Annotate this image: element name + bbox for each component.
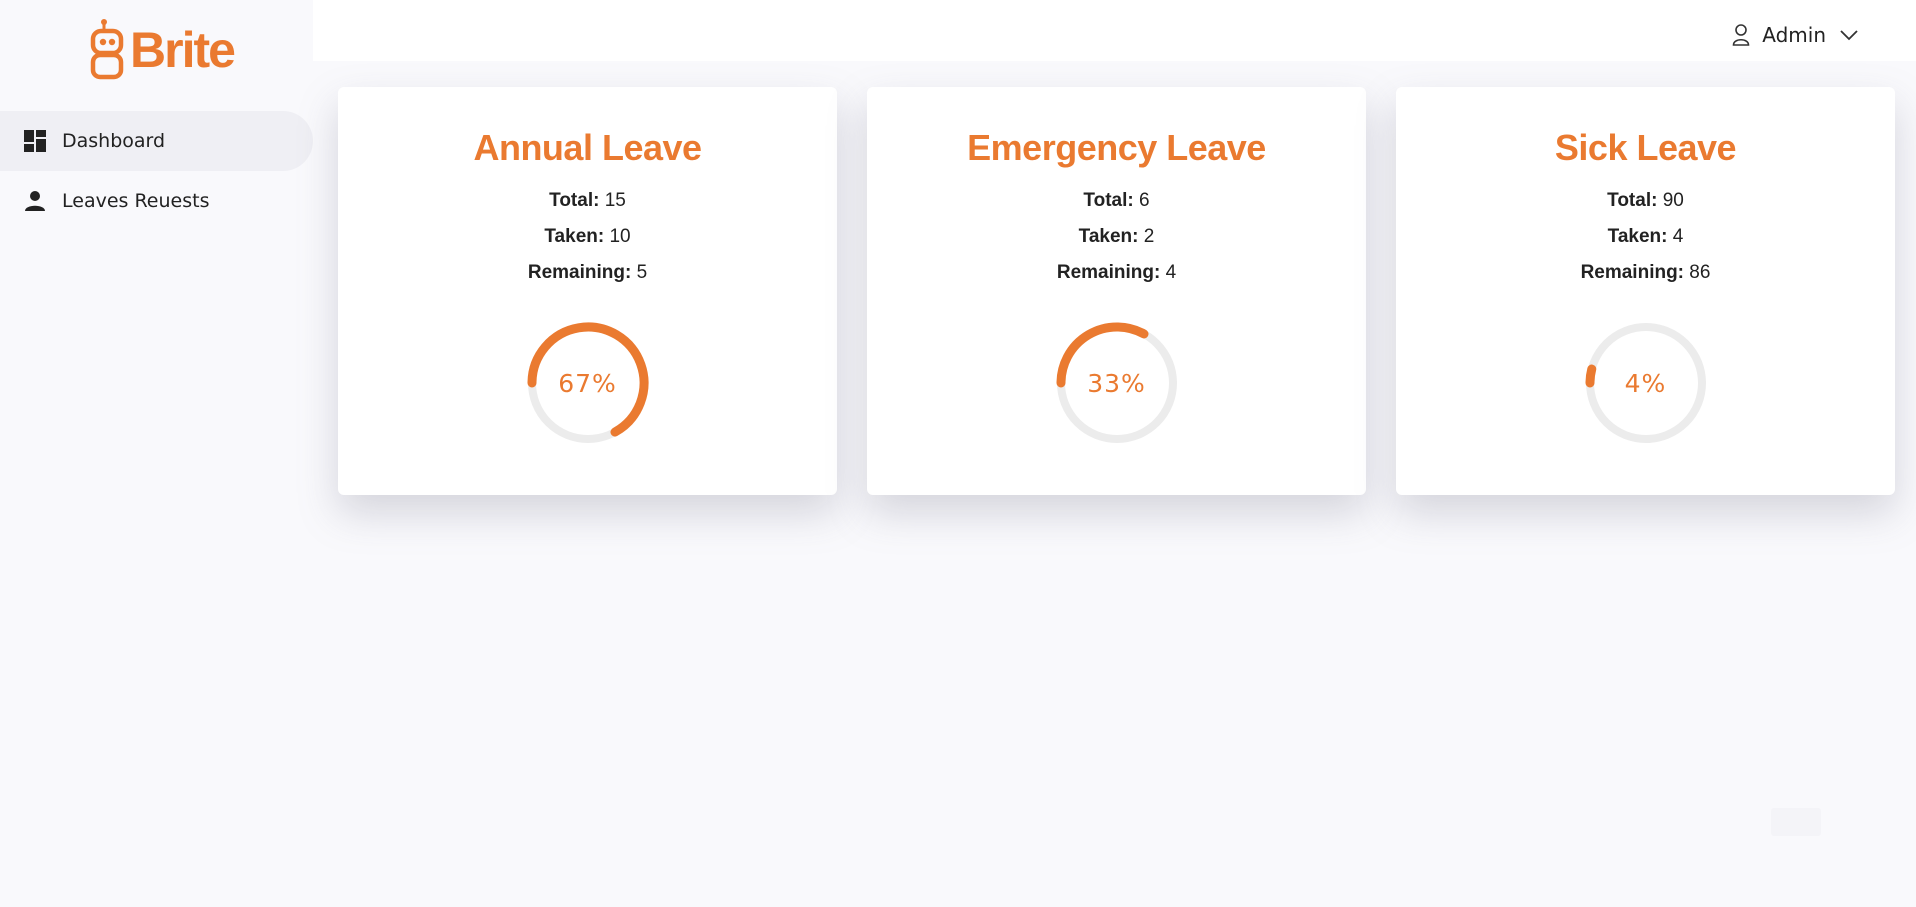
stat-value: 6 <box>1139 190 1150 211</box>
brand-name: Brite <box>130 22 236 78</box>
stat-remaining: Remaining: 86 <box>1581 255 1711 291</box>
leave-cards: Annual Leave Total: 15 Taken: 10 Remaini… <box>338 87 1895 495</box>
gauge-percent: 67% <box>558 368 617 398</box>
stat-total: Total: 90 <box>1581 183 1711 219</box>
sidebar-item-dashboard[interactable]: Dashboard <box>0 111 313 171</box>
sidebar-item-label: Dashboard <box>62 130 166 152</box>
stat-label: Remaining: <box>527 262 632 283</box>
sidebar-item-leave-requests[interactable]: Leaves Reuests <box>0 171 313 231</box>
user-name: Admin <box>1762 23 1826 47</box>
progress-gauge: 33% <box>1055 321 1179 445</box>
stat-value: 15 <box>604 190 626 211</box>
stat-label: Total: <box>1607 190 1658 211</box>
person-icon <box>22 188 48 214</box>
robot-logo-icon <box>90 19 124 80</box>
gauge-percent: 4% <box>1624 368 1667 398</box>
stat-label: Remaining: <box>1580 262 1685 283</box>
stat-value: 4 <box>1165 262 1177 283</box>
leave-card: Sick Leave Total: 90 Taken: 4 Remaining:… <box>1396 87 1895 495</box>
stat-label: Taken: <box>544 226 605 247</box>
app-root: Brite Dashboard Leaves Reuests Admin Ann… <box>0 0 1916 907</box>
card-stats: Total: 90 Taken: 4 Remaining: 86 <box>1581 183 1711 291</box>
stat-label: Total: <box>1083 190 1134 211</box>
card-title: Sick Leave <box>1554 127 1737 168</box>
card-title: Emergency Leave <box>967 127 1266 168</box>
chevron-down-icon <box>1840 29 1858 41</box>
card-stats: Total: 6 Taken: 2 Remaining: 4 <box>1057 183 1176 291</box>
gauge-percent: 33% <box>1087 368 1146 398</box>
stat-total: Total: 6 <box>1057 183 1176 219</box>
top-header: Admin <box>313 0 1916 61</box>
stat-value: 4 <box>1672 226 1684 247</box>
stat-value: 10 <box>609 226 631 247</box>
dashboard-icon <box>22 128 48 154</box>
stat-total: Total: 15 <box>528 183 647 219</box>
card-stats: Total: 15 Taken: 10 Remaining: 5 <box>528 183 647 291</box>
brand-logo[interactable]: Brite <box>90 17 236 83</box>
card-title: Annual Leave <box>473 127 702 168</box>
stat-value: 86 <box>1689 262 1711 283</box>
progress-gauge: 4% <box>1584 321 1708 445</box>
stat-taken: Taken: 10 <box>528 219 647 255</box>
sidebar: Brite Dashboard Leaves Reuests <box>0 0 313 907</box>
stat-label: Taken: <box>1078 226 1139 247</box>
stat-value: 90 <box>1662 190 1684 211</box>
leave-card: Emergency Leave Total: 6 Taken: 2 Remain… <box>867 87 1366 495</box>
stat-remaining: Remaining: 5 <box>528 255 647 291</box>
stat-label: Total: <box>549 190 600 211</box>
sidebar-item-label: Leaves Reuests <box>62 190 210 212</box>
stat-taken: Taken: 2 <box>1057 219 1176 255</box>
floating-placeholder <box>1771 808 1821 836</box>
stat-value: 2 <box>1143 226 1155 247</box>
sidebar-nav: Dashboard Leaves Reuests <box>0 111 313 231</box>
stat-taken: Taken: 4 <box>1581 219 1711 255</box>
user-menu-button[interactable]: Admin <box>1732 20 1858 50</box>
leave-card: Annual Leave Total: 15 Taken: 10 Remaini… <box>338 87 837 495</box>
user-outline-icon <box>1732 24 1750 46</box>
stat-remaining: Remaining: 4 <box>1057 255 1176 291</box>
stat-label: Remaining: <box>1056 262 1161 283</box>
progress-gauge: 67% <box>526 321 650 445</box>
stat-label: Taken: <box>1607 226 1668 247</box>
stat-value: 5 <box>636 262 648 283</box>
